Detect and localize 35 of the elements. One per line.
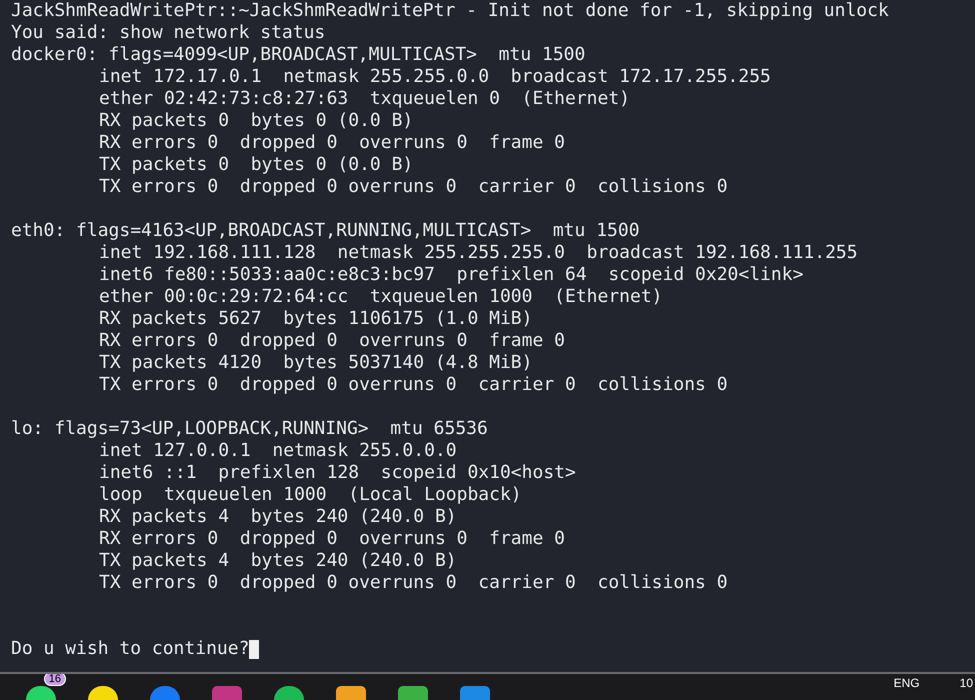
terminal-line: TX errors 0 dropped 0 overruns 0 carrier 0 collisions 0	[99, 176, 728, 198]
terminal-line: inet6 fe80::5033:aa0c:e8c3:bc97 prefixlen 64 scopeid 0x20<link>	[99, 264, 804, 286]
app-icon[interactable]	[88, 686, 118, 700]
terminal-line: TX packets 4120 bytes 5037140 (4.8 MiB)	[99, 352, 532, 374]
terminal-line: TX packets 0 bytes 0 (0.0 B)	[99, 154, 414, 176]
notification-badge: 16	[44, 674, 66, 686]
terminal-line: loop txqueuelen 1000 (Local Loopback)	[99, 484, 522, 506]
app-icon[interactable]	[336, 686, 366, 700]
terminal-line: TX errors 0 dropped 0 overruns 0 carrier 0 collisions 0	[99, 374, 728, 396]
terminal-line: ether 00:0c:29:72:64:cc txqueuelen 1000 (Ethernet)	[99, 286, 663, 308]
terminal-line: RX errors 0 dropped 0 overruns 0 frame 0	[99, 132, 565, 154]
clock[interactable]: 10	[960, 676, 973, 690]
terminal-line: JackShmReadWritePtr::~JackShmReadWritePtr - Init not done for -1, skipping unlock	[11, 0, 889, 22]
terminal-line: RX errors 0 dropped 0 overruns 0 frame 0	[99, 330, 565, 352]
terminal-line: eth0: flags=4163<UP,BROADCAST,RUNNING,MULTICAST> mtu 1500	[11, 220, 640, 242]
terminal-line: inet 192.168.111.128 netmask 255.255.255.0 broadcast 192.168.111.255	[99, 242, 858, 264]
terminal-line: RX errors 0 dropped 0 overruns 0 frame 0	[99, 528, 565, 550]
app-icon[interactable]	[274, 686, 304, 700]
terminal-line: TX packets 4 bytes 240 (240.0 B)	[99, 550, 457, 572]
terminal-prompt: Do u wish to continue?	[11, 638, 250, 660]
terminal-line: docker0: flags=4099<UP,BROADCAST,MULTICAST> mtu 1500	[11, 44, 586, 66]
terminal-line: inet6 ::1 prefixlen 128 scopeid 0x10<host>	[99, 462, 576, 484]
terminal-line: RX packets 5627 bytes 1106175 (1.0 MiB)	[99, 308, 532, 330]
terminal-line: TX errors 0 dropped 0 overruns 0 carrier 0 collisions 0	[99, 572, 728, 594]
terminal-line: RX packets 0 bytes 0 (0.0 B)	[99, 110, 414, 132]
terminal-line: inet 127.0.0.1 netmask 255.0.0.0	[99, 440, 457, 462]
terminal-line: ether 02:42:73:c8:27:63 txqueuelen 0 (Ethernet)	[99, 88, 630, 110]
text-cursor	[249, 640, 260, 658]
terminal-line: lo: flags=73<UP,LOOPBACK,RUNNING> mtu 65536	[11, 418, 488, 440]
app-icon[interactable]	[398, 686, 428, 700]
language-indicator[interactable]: ENG	[894, 676, 920, 690]
terminal-line: You said: show network status	[11, 22, 326, 44]
terminal-line: inet 172.17.0.1 netmask 255.255.0.0 broadcast 172.17.255.255	[99, 66, 771, 88]
app-icon[interactable]	[26, 686, 56, 700]
terminal-line: RX packets 4 bytes 240 (240.0 B)	[99, 506, 457, 528]
